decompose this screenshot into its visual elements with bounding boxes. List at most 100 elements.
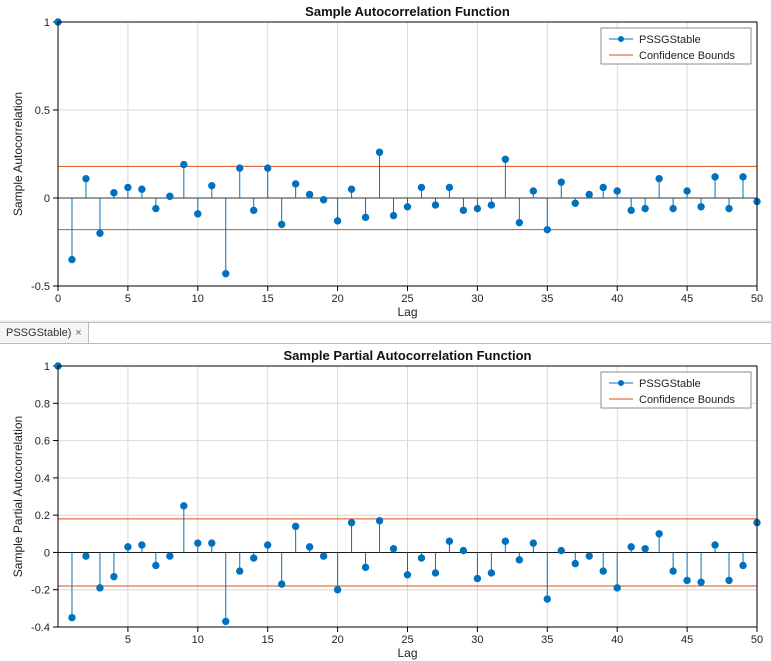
svg-text:40: 40 [611,634,623,646]
stem-marker [139,542,145,548]
stem-marker [418,184,424,190]
stem-marker [376,518,382,524]
stem-marker [111,190,117,196]
stem-marker [586,553,592,559]
stem-marker [237,165,243,171]
stem-marker [320,553,326,559]
stem-marker [544,596,550,602]
svg-text:5: 5 [125,293,131,305]
stem-marker [278,221,284,227]
svg-text:0: 0 [44,193,50,205]
tab-bar: PSSGStable) × [0,322,771,344]
stem-marker [740,562,746,568]
stem-marker [418,555,424,561]
tab-pssgstable[interactable]: PSSGStable) × [0,323,89,343]
stem-marker [334,218,340,224]
stem-marker [446,184,452,190]
stem-marker [600,184,606,190]
svg-text:-0.4: -0.4 [31,622,50,634]
svg-text:10: 10 [192,293,204,305]
stem-marker [740,174,746,180]
stem-marker [712,174,718,180]
stem-marker [348,519,354,525]
stem-marker [404,572,410,578]
legend-series-label: PSSGStable [639,378,701,390]
stem-marker [698,204,704,210]
stem-marker [642,546,648,552]
stem-marker [292,523,298,529]
acf-chart-panel: 05101520253035404550-0.500.51Sample Auto… [0,0,771,320]
tab-label: PSSGStable) [6,327,71,339]
stem-marker [348,186,354,192]
legend-conf-label: Confidence Bounds [639,394,736,406]
stem-marker [69,614,75,620]
stem-marker [698,579,704,585]
stem-marker [516,219,522,225]
stem-marker [292,181,298,187]
stem-marker [614,188,620,194]
stem-marker [167,193,173,199]
svg-text:1: 1 [44,17,50,29]
stem-marker [530,188,536,194]
stem-marker [125,544,131,550]
svg-text:40: 40 [611,293,623,305]
stem-marker [334,587,340,593]
stem-marker [432,202,438,208]
stem-marker [83,553,89,559]
chart-title: Sample Autocorrelation Function [305,4,510,19]
stem-marker [223,618,229,624]
stem-marker [390,212,396,218]
stem-marker [614,585,620,591]
stem-marker [656,531,662,537]
svg-text:50: 50 [751,293,763,305]
stem-marker [69,256,75,262]
pacf-chart-panel: 5101520253035404550-0.4-0.200.20.40.60.8… [0,344,771,661]
svg-text:5: 5 [125,634,131,646]
stem-marker [83,175,89,181]
stem-marker [278,581,284,587]
svg-text:-0.5: -0.5 [31,281,50,293]
stem-marker [209,182,215,188]
svg-text:0: 0 [55,293,61,305]
stem-marker [251,207,257,213]
legend-series-label: PSSGStable [639,34,701,46]
stem-marker [306,544,312,550]
stem-marker [544,226,550,232]
stem-marker [572,560,578,566]
legend-conf-label: Confidence Bounds [639,50,736,62]
stem-marker [670,205,676,211]
stem-marker [502,156,508,162]
stem-marker [516,557,522,563]
stem-marker [153,562,159,568]
svg-text:35: 35 [541,634,553,646]
close-icon[interactable]: × [75,327,81,339]
svg-text:25: 25 [401,293,413,305]
stem-marker [460,207,466,213]
stem-marker [586,191,592,197]
stem-marker [460,547,466,553]
stem-marker [726,577,732,583]
stem-marker [684,577,690,583]
svg-text:15: 15 [262,634,274,646]
stem-marker [209,540,215,546]
stem-marker [320,197,326,203]
stem-marker [642,205,648,211]
svg-text:0: 0 [44,547,50,559]
stem-marker [111,573,117,579]
svg-text:0.6: 0.6 [35,436,50,448]
svg-text:45: 45 [681,293,693,305]
svg-text:50: 50 [751,634,763,646]
stem-marker [474,575,480,581]
stem-marker [195,540,201,546]
stem-marker [558,547,564,553]
svg-text:20: 20 [331,293,343,305]
x-axis-label: Lag [397,305,417,319]
stem-marker [628,544,634,550]
y-axis-label: Sample Partial Autocorrelation [11,416,25,577]
stem-marker [488,202,494,208]
stem-marker [195,211,201,217]
y-axis-label: Sample Autocorrelation [11,92,25,216]
svg-text:35: 35 [541,293,553,305]
stem-marker [181,503,187,509]
stem-marker [474,205,480,211]
